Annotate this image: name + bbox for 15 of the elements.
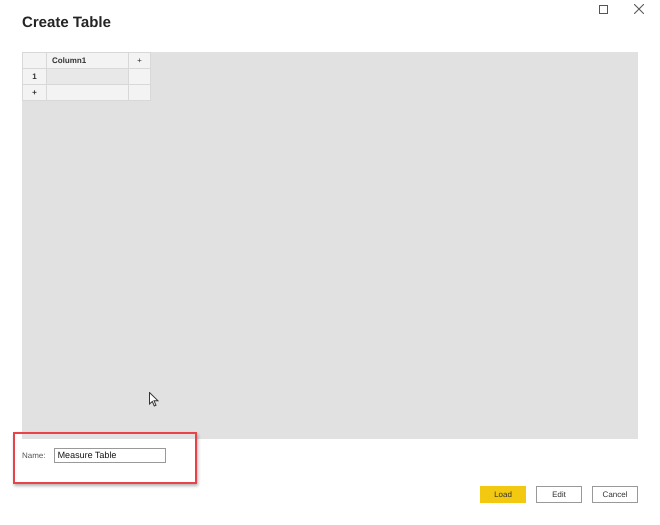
column-header[interactable]: Column1 [46,52,128,68]
window-title: Create Table [22,14,112,33]
maximize-icon[interactable] [599,4,608,14]
add-column-button[interactable]: + [128,52,150,68]
dialog-button[interactable]: Edit [536,486,582,503]
corner-cell [22,52,46,68]
dialog-button[interactable]: Load [480,486,526,503]
close-icon[interactable] [634,4,644,14]
dialog-button[interactable]: Cancel [592,486,638,503]
pointer-icon [149,392,159,407]
row-number: 1 [22,68,46,84]
table-cell[interactable] [46,68,128,84]
add-row-button[interactable]: + [22,84,46,100]
name-label: Name: [22,450,46,460]
name-field[interactable]: Measure Table [54,448,166,462]
